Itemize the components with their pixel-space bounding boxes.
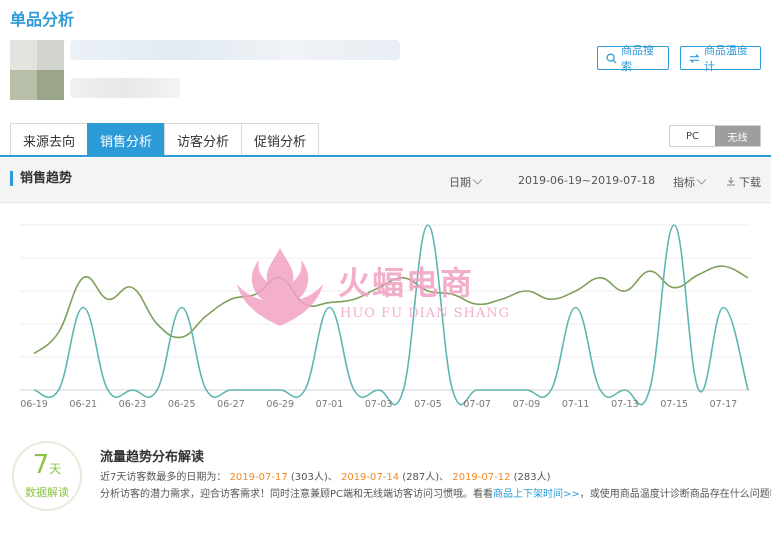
date-dropdown-label: 日期 — [449, 176, 471, 189]
tab-promotion[interactable]: 促销分析 — [241, 123, 320, 156]
download-button[interactable]: 下载 — [726, 174, 761, 190]
x-tick-label: 07-07 — [463, 399, 491, 410]
x-tick-label: 07-01 — [316, 399, 344, 410]
watermark-text: 火蝠电商 — [338, 264, 475, 302]
flame-bat-logo-icon — [237, 248, 323, 326]
badge-text: 数据解读 — [25, 486, 69, 499]
x-tick-label: 07-13 — [611, 399, 639, 410]
x-tick-label: 06-29 — [266, 399, 294, 410]
tab-sales[interactable]: 销售分析 — [87, 123, 166, 156]
product-thermometer-button[interactable]: 商品温度计 — [680, 44, 761, 73]
top-date-3: 2019-07-12 — [452, 472, 511, 483]
insight-badge: 7天 数据解读 — [12, 441, 82, 511]
x-tick-label: 07-11 — [562, 399, 590, 410]
x-tick-label: 06-21 — [69, 399, 97, 410]
x-tick-label: 06-23 — [119, 399, 147, 410]
device-switch: PC 无线 — [669, 125, 761, 147]
watermark-subtext: HUO FU DIAN SHANG — [340, 306, 511, 321]
x-tick-label: 07-15 — [660, 399, 688, 410]
top-date-1: 2019-07-17 — [229, 472, 288, 483]
x-tick-label: 07-03 — [365, 399, 393, 410]
x-tick-label: 07-17 — [710, 399, 738, 410]
watermark: 火蝠电商 HUO FU DIAN SHANG — [233, 240, 523, 330]
chevron-down-icon — [472, 174, 483, 185]
product-thumbnail — [10, 40, 64, 100]
device-option-wireless[interactable]: 无线 — [715, 126, 760, 146]
product-title-redacted — [70, 40, 400, 60]
x-tick-label: 07-09 — [513, 399, 541, 410]
insight-advice: 分析访客的潜力需求，迎合访客需求！同时注意兼顾PC端和无线端访客访问习惯哦。看看… — [100, 489, 771, 500]
listing-time-link[interactable]: 商品上下架时间>> — [493, 489, 580, 500]
badge-number: 7天 — [32, 450, 62, 480]
tab-underline — [0, 155, 771, 157]
device-option-pc[interactable]: PC — [670, 126, 715, 146]
tab-visitors[interactable]: 访客分析 — [164, 123, 243, 156]
insight-title: 流量趋势分布解读 — [100, 450, 205, 465]
trend-toolbar: 销售趋势 日期 2019-06-19~2019-07-18 指标 下载 — [0, 158, 771, 203]
tab-source[interactable]: 来源去向 — [10, 123, 89, 156]
product-thermometer-label: 商品温度计 — [704, 44, 748, 73]
product-meta-redacted — [70, 78, 180, 98]
top-date-2: 2019-07-14 — [340, 472, 400, 483]
metric-dropdown[interactable]: 指标 — [673, 174, 707, 190]
date-range[interactable]: 2019-06-19~2019-07-18 — [518, 174, 655, 187]
product-search-button[interactable]: 商品搜索 — [597, 44, 669, 73]
x-tick-label: 06-25 — [168, 399, 196, 410]
x-tick-label: 06-27 — [217, 399, 245, 410]
swap-icon — [689, 53, 700, 64]
product-search-label: 商品搜索 — [621, 44, 654, 73]
insight-top-dates: 近7天访客数最多的日期为： 2019-07-17 (303人)、 2019-07… — [100, 472, 551, 483]
x-tick-label: 07-05 — [414, 399, 442, 410]
metric-dropdown-label: 指标 — [673, 176, 695, 189]
page-title: 单品分析 — [10, 10, 75, 29]
download-icon — [726, 176, 736, 189]
x-tick-label: 06-19 — [20, 399, 48, 410]
chevron-down-icon — [696, 174, 707, 185]
date-dropdown[interactable]: 日期 — [449, 174, 483, 190]
analysis-tabs: 来源去向 销售分析 访客分析 促销分析 — [10, 123, 320, 156]
trend-title: 销售趋势 — [10, 171, 72, 186]
download-label: 下载 — [739, 176, 761, 189]
search-icon — [606, 52, 617, 64]
